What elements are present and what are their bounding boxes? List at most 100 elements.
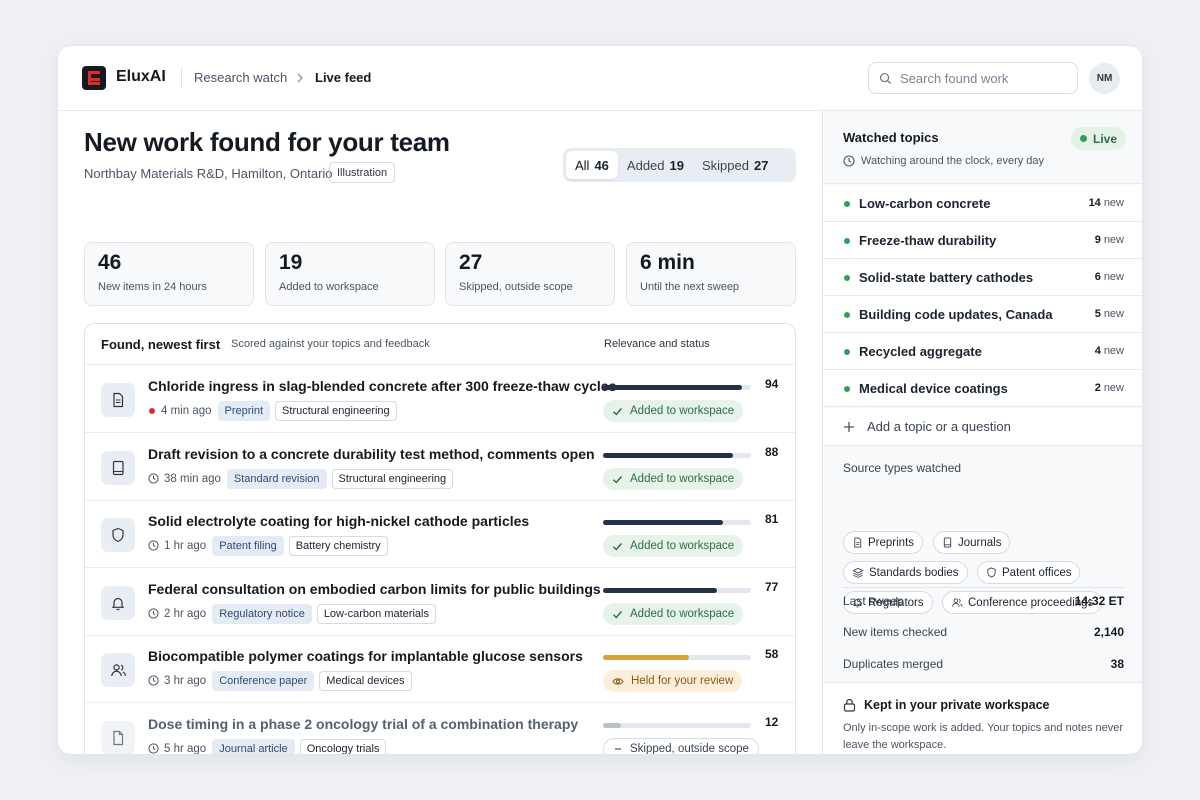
- stat-label: Until the next sweep: [640, 281, 740, 293]
- row-time-text: 38 min ago: [164, 472, 221, 485]
- check-icon: [613, 407, 623, 416]
- stats-row: 46 New items in 24 hours 19 Added to wor…: [84, 242, 796, 306]
- tab-all[interactable]: All 46: [566, 151, 618, 179]
- topic-count-suffix: new: [1103, 234, 1124, 246]
- topic-name: Freeze-thaw durability: [859, 233, 997, 248]
- status-label: Added to workspace: [630, 540, 735, 552]
- source-chip[interactable]: Standards bodies: [843, 561, 968, 584]
- table-row[interactable]: Draft revision to a concrete durability …: [85, 433, 795, 501]
- topic-area-badge: Structural engineering: [331, 468, 454, 489]
- status-badge[interactable]: Added to workspace: [603, 603, 744, 625]
- source-type-badge: Standard revision: [226, 468, 327, 489]
- book-icon: [101, 451, 135, 485]
- status-label: Added to workspace: [630, 608, 735, 620]
- table-row[interactable]: Solid electrolyte coating for high-nicke…: [85, 500, 795, 568]
- relevance-bar: [603, 385, 751, 390]
- status-dot-icon: [844, 201, 850, 207]
- source-chip-label: Journals: [958, 536, 1002, 549]
- topic-count-value: 4: [1094, 345, 1101, 357]
- relevance-score: 77: [765, 580, 779, 594]
- breadcrumb-research-watch[interactable]: Research watch: [194, 70, 287, 85]
- topic-count-value: 9: [1094, 234, 1101, 246]
- top-bar: EluxAI Research watch Live feed NM: [58, 46, 1142, 111]
- row-time-text: 2 hr ago: [164, 607, 207, 620]
- topic-count-value: 2: [1094, 382, 1101, 394]
- info-label: Last sweep: [843, 594, 904, 608]
- add-topic-label: Add a topic or a question: [867, 419, 1011, 434]
- status-label: Added to workspace: [630, 405, 735, 417]
- topic-count-value: 5: [1094, 308, 1101, 320]
- topic-count-suffix: new: [1103, 345, 1124, 357]
- lock-icon: [843, 698, 856, 712]
- row-title[interactable]: Solid electrolyte coating for high-nicke…: [148, 513, 529, 529]
- row-title[interactable]: Chloride ingress in slag-blended concret…: [148, 378, 616, 394]
- tab-added[interactable]: Added 19: [618, 151, 693, 179]
- row-title[interactable]: Draft revision to a concrete durability …: [148, 446, 595, 462]
- source-type-badge: Preprint: [217, 400, 271, 421]
- row-time: 38 min ago: [148, 473, 221, 485]
- search-input[interactable]: [900, 70, 1060, 86]
- status-label: Skipped, outside scope: [630, 743, 749, 755]
- status-badge[interactable]: Added to workspace: [603, 468, 744, 490]
- topic-area-badge: Oncology trials: [299, 738, 387, 754]
- status-dot-icon: [844, 349, 850, 355]
- status-badge[interactable]: Skipped, outside scope: [603, 738, 759, 755]
- info-value: 2,140: [1093, 625, 1124, 639]
- privacy-body: Only in-scope work is added. Your topics…: [843, 722, 1124, 751]
- avatar[interactable]: NM: [1089, 63, 1120, 94]
- check-icon: [613, 542, 623, 551]
- row-title[interactable]: Biocompatible polymer coatings for impla…: [148, 648, 583, 664]
- topic-count-value: 14: [1088, 197, 1101, 209]
- document-icon: [101, 383, 135, 417]
- topic-item[interactable]: Building code updates, Canada 5 new: [823, 296, 1142, 333]
- divider: [181, 68, 182, 88]
- row-meta: 5 hr ago Journal article Oncology trials: [148, 738, 387, 755]
- clock-icon: [148, 608, 159, 619]
- row-time: 1 hr ago: [148, 540, 206, 552]
- info-items-checked: New items checked 2,140: [843, 625, 1124, 645]
- row-time: 3 hr ago: [148, 675, 206, 687]
- table-row[interactable]: Dose timing in a phase 2 oncology trial …: [85, 703, 795, 755]
- topic-item[interactable]: Low-carbon concrete 14 new: [823, 185, 1142, 222]
- file-icon: [101, 721, 135, 754]
- row-title[interactable]: Dose timing in a phase 2 oncology trial …: [148, 716, 578, 732]
- topic-item[interactable]: Freeze-thaw durability 9 new: [823, 222, 1142, 259]
- topic-item[interactable]: Medical device coatings 2 new: [823, 370, 1142, 407]
- status-badge[interactable]: Added to workspace: [603, 535, 744, 557]
- status-badge[interactable]: Held for your review: [603, 670, 743, 692]
- illustration-tag: Illustration: [329, 162, 396, 183]
- row-time-text: 4 min ago: [161, 404, 212, 417]
- tab-label: Added: [626, 157, 665, 173]
- source-chip[interactable]: Journals: [933, 531, 1011, 554]
- topic-count: 9 new: [1095, 234, 1124, 246]
- source-chip[interactable]: Preprints: [843, 531, 924, 554]
- tab-skipped[interactable]: Skipped 27: [693, 151, 777, 179]
- row-title[interactable]: Federal consultation on embodied carbon …: [148, 581, 601, 597]
- tab-label: All: [575, 157, 590, 173]
- table-row[interactable]: Biocompatible polymer coatings for impla…: [85, 635, 795, 703]
- info-value: 14:32 ET: [1074, 594, 1124, 608]
- topic-name: Medical device coatings: [859, 381, 1008, 396]
- relevance-bar: [603, 520, 751, 525]
- status-label: Added to workspace: [630, 473, 735, 485]
- topic-item[interactable]: Recycled aggregate 4 new: [823, 333, 1142, 370]
- tab-count: 46: [594, 157, 609, 173]
- live-badge: Live: [1071, 127, 1127, 150]
- source-type-badge: Conference paper: [212, 670, 315, 691]
- tab-count: 27: [753, 157, 769, 173]
- row-time-text: 5 hr ago: [164, 742, 207, 755]
- plus-icon: [844, 421, 854, 432]
- relevance-score: 81: [765, 512, 779, 526]
- table-row[interactable]: Federal consultation on embodied carbon …: [85, 568, 795, 636]
- source-chip-label: Patent offices: [1002, 566, 1072, 579]
- add-topic-button[interactable]: Add a topic or a question: [823, 408, 1142, 446]
- search-box[interactable]: [868, 62, 1078, 94]
- status-badge[interactable]: Added to workspace: [603, 400, 744, 422]
- topic-item[interactable]: Solid-state battery cathodes 6 new: [823, 259, 1142, 296]
- table-row[interactable]: Chloride ingress in slag-blended concret…: [85, 365, 795, 433]
- row-meta: 2 hr ago Regulatory notice Low-carbon mate…: [148, 603, 436, 624]
- divider: [843, 587, 1124, 588]
- status-dot-icon: [844, 386, 850, 392]
- topic-name: Building code updates, Canada: [859, 307, 1053, 322]
- source-chip[interactable]: Patent offices: [977, 561, 1081, 584]
